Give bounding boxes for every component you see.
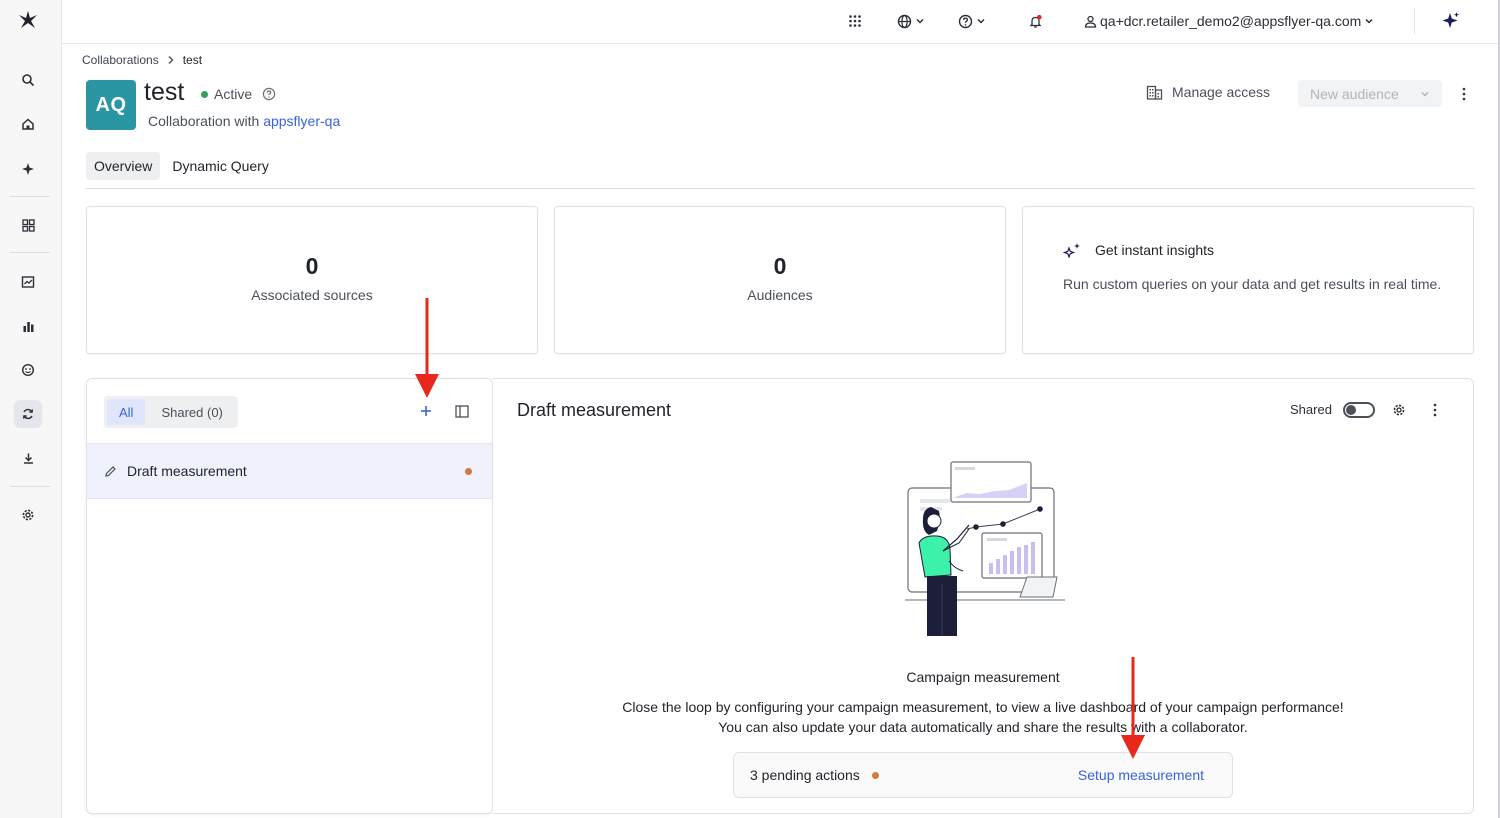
rail-divider: [10, 486, 50, 487]
collaboration-subtitle: Collaboration with appsflyer-qa: [148, 113, 340, 129]
search-icon[interactable]: [14, 66, 42, 94]
gear-icon[interactable]: [1390, 401, 1408, 419]
pending-actions-label: 3 pending actions: [750, 767, 860, 783]
chevron-down-icon: [1421, 91, 1429, 97]
apps-icon[interactable]: [848, 10, 862, 32]
annotation-arrow: [415, 298, 439, 398]
audiences-count: 0: [773, 253, 787, 279]
bell-icon[interactable]: [1028, 10, 1043, 32]
chevron-down-icon: [977, 18, 985, 24]
download-icon[interactable]: [14, 444, 42, 472]
user-icon: [1084, 15, 1097, 28]
insights-text: Run custom queries on your data and get …: [1063, 276, 1442, 292]
shared-label: Shared: [1290, 402, 1332, 417]
pencil-icon: [105, 465, 116, 477]
breadcrumb: Collaborations test: [82, 53, 202, 67]
top-bar: qa+dcr.retailer_demo2@appsflyer-qa.com: [62, 0, 1498, 44]
sparkle-icon[interactable]: [14, 155, 42, 183]
report-icon[interactable]: [14, 268, 42, 296]
list-item[interactable]: Draft measurement: [87, 444, 492, 499]
measurement-detail-panel: Draft measurement Shared Campaign measur…: [493, 378, 1474, 814]
tab-dynamic-query[interactable]: Dynamic Query: [164, 152, 276, 180]
face-icon[interactable]: [14, 356, 42, 384]
chevron-down-icon: [1365, 18, 1373, 24]
logo-icon[interactable]: [17, 9, 39, 31]
chart-icon[interactable]: [14, 312, 42, 340]
audiences-label: Audiences: [747, 287, 813, 303]
associated-sources-label: Associated sources: [251, 287, 373, 303]
home-icon[interactable]: [14, 110, 42, 138]
status-dot: [201, 90, 208, 98]
filter-shared[interactable]: Shared (0): [149, 399, 234, 425]
insights-sparkle-icon: [1063, 243, 1080, 258]
user-email: qa+dcr.retailer_demo2@appsflyer-qa.com: [1100, 13, 1362, 29]
pending-actions-bar: 3 pending actions Setup measurement: [733, 752, 1233, 798]
rail-divider: [10, 196, 50, 197]
filter-all[interactable]: All: [107, 399, 146, 425]
audiences-card[interactable]: 0 Audiences: [554, 206, 1006, 354]
partner-link[interactable]: appsflyer-qa: [263, 113, 340, 129]
plus-icon: [421, 406, 431, 416]
tab-overview[interactable]: Overview: [86, 152, 161, 180]
help-icon: [958, 14, 973, 28]
list-item-label: Draft measurement: [127, 463, 247, 479]
avatar: AQ: [86, 80, 136, 130]
language-menu[interactable]: [897, 10, 925, 32]
manage-access-label: Manage access: [1172, 84, 1271, 100]
subtitle-prefix: Collaboration with: [148, 113, 260, 129]
tabs-divider: [86, 188, 1475, 189]
help-menu[interactable]: [958, 10, 986, 32]
new-audience-button[interactable]: New audience: [1298, 80, 1442, 107]
measurements-list-panel: All Shared (0) Draft measurement: [86, 378, 493, 814]
grid-icon[interactable]: [14, 211, 42, 239]
insights-card[interactable]: Get instant insights Run custom queries …: [1022, 206, 1474, 354]
empty-state-line-2: You can also update your data automatica…: [718, 719, 1248, 735]
tab-bar: Overview Dynamic Query: [86, 152, 277, 180]
topbar-divider: [1414, 8, 1415, 34]
empty-state-title: Campaign measurement: [906, 669, 1060, 685]
pending-dot: [871, 771, 879, 779]
filter-segmented-control: All Shared (0): [104, 396, 238, 428]
collapse-panel-icon[interactable]: [454, 403, 470, 419]
globe-icon: [897, 14, 912, 28]
add-measurement-button[interactable]: [418, 403, 434, 419]
ai-star-icon[interactable]: [1441, 10, 1461, 32]
empty-state-text: Close the loop by configuring your campa…: [493, 697, 1473, 737]
associated-sources-count: 0: [305, 253, 319, 279]
insights-title: Get instant insights: [1063, 242, 1214, 258]
associated-sources-card[interactable]: 0 Associated sources: [86, 206, 538, 354]
insights-title-label: Get instant insights: [1095, 242, 1215, 258]
sync-icon[interactable]: [14, 400, 42, 428]
setup-measurement-link[interactable]: Setup measurement: [1078, 767, 1204, 783]
help-icon[interactable]: [262, 87, 276, 101]
detail-title: Draft measurement: [517, 400, 672, 420]
status-badge: Active: [201, 86, 276, 102]
annotation-arrow: [1121, 657, 1145, 759]
breadcrumb-parent[interactable]: Collaborations: [82, 53, 159, 67]
new-audience-label: New audience: [1310, 85, 1399, 102]
user-menu[interactable]: qa+dcr.retailer_demo2@appsflyer-qa.com: [1084, 10, 1374, 32]
empty-state-line-1: Close the loop by configuring your campa…: [622, 699, 1344, 715]
left-rail: [0, 0, 62, 818]
pending-dot: [465, 468, 472, 475]
shared-toggle[interactable]: [1343, 402, 1375, 418]
building-icon: [1146, 85, 1163, 100]
breadcrumb-current: test: [182, 53, 203, 67]
chevron-right-icon: [168, 56, 174, 64]
gear-icon[interactable]: [14, 501, 42, 529]
campaign-illustration: [905, 461, 1065, 636]
more-options-icon[interactable]: [1427, 401, 1443, 419]
manage-access-button[interactable]: Manage access: [1146, 84, 1270, 100]
more-options-icon[interactable]: [1456, 84, 1472, 104]
page-title: test: [144, 78, 185, 106]
toggle-knob: [1346, 405, 1356, 415]
rail-divider: [10, 252, 50, 253]
chevron-down-icon: [916, 18, 924, 24]
status-label: Active: [214, 86, 253, 102]
